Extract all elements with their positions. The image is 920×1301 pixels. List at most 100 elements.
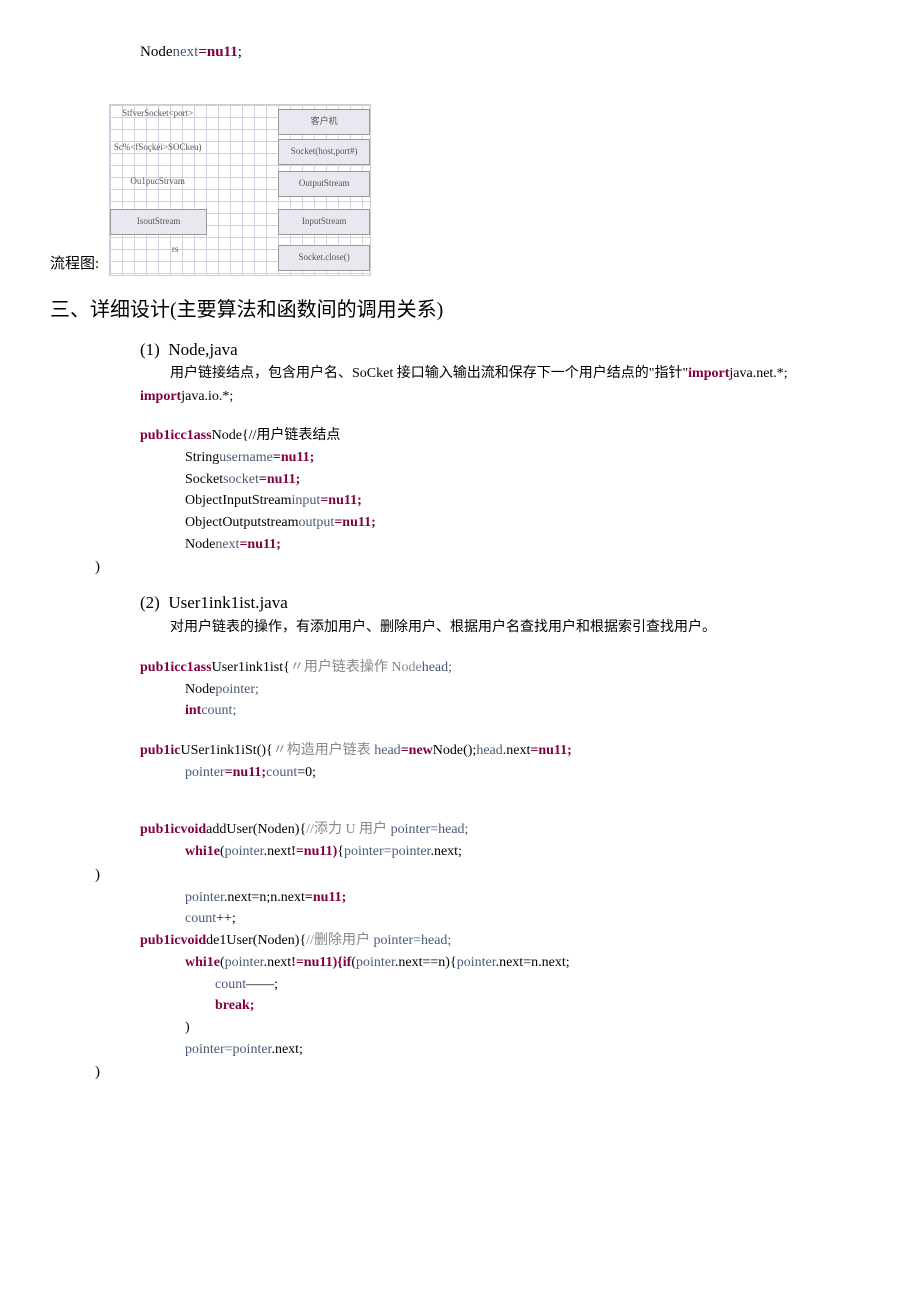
txt: .next; xyxy=(430,844,462,859)
flowchart-label: 流程图: xyxy=(50,252,99,276)
txt: .next xyxy=(496,955,524,970)
txt: { xyxy=(337,844,344,859)
sec1-close: ) xyxy=(95,555,870,579)
field: pointer xyxy=(344,844,384,859)
diagram-rs: rs xyxy=(165,245,185,255)
field: =pointer xyxy=(384,844,431,859)
kw: pub1ic xyxy=(140,743,180,758)
diagram-inputstream-right: InputStream xyxy=(278,209,370,235)
txt: USer1ink1iSt(){ xyxy=(180,743,272,758)
field: count xyxy=(215,977,246,992)
field: socket xyxy=(223,472,259,487)
val: =nu11; xyxy=(239,537,280,552)
txt: .next xyxy=(224,890,252,905)
diagram-socket-close: Socket.close() xyxy=(278,245,370,271)
comment: //删除用户 xyxy=(306,933,373,948)
comment: 〃构造用户链表 xyxy=(273,743,375,758)
kw: pub1icc1ass xyxy=(140,428,212,443)
comment: 〃用户链表操作 Node xyxy=(290,660,422,675)
field: count xyxy=(185,911,216,926)
val: !=nu11){if xyxy=(291,955,351,970)
sec2-code: pub1icc1assUser1ink1ist{〃用户链表操作 Nodehead… xyxy=(140,657,870,863)
sec1-num: (1) xyxy=(140,340,160,359)
field: pointer xyxy=(185,765,225,780)
txt: =n;n.next xyxy=(252,890,305,905)
field: =head; xyxy=(430,822,468,837)
import-pkg: java.net.*; xyxy=(729,366,787,381)
sec2-title: User1ink1ist.java xyxy=(168,593,287,612)
diagram-client: 客户机 xyxy=(278,109,370,135)
sec1-text: 用户链接结点，包含用户名、SoCket 接口输入输出流和保存下一个用户结点的"指… xyxy=(170,366,688,381)
txt: Node(); xyxy=(433,743,477,758)
txt: .next xyxy=(395,955,423,970)
field: pointer xyxy=(185,890,224,905)
txt: Node xyxy=(185,682,215,697)
field: pointer xyxy=(225,844,264,859)
txt: =n.next; xyxy=(523,955,569,970)
close: ) xyxy=(140,1017,870,1039)
field: head; xyxy=(422,660,452,675)
kw: int xyxy=(185,703,201,718)
txt: .next; xyxy=(271,1042,303,1057)
comment: //添力 U 用户 xyxy=(306,822,390,837)
val: =nu11; xyxy=(334,515,375,530)
diagram-inputstream-left: IsoutStream xyxy=(110,209,207,235)
flowchart-diagram: StfverSocket<port> Sc%<fSoçkei>SOCkeu) O… xyxy=(109,104,371,276)
main-heading: 三、详细设计(主要算法和函数间的调用关系) xyxy=(50,294,870,326)
close-paren: ) xyxy=(95,863,870,887)
sec1-title: Node,java xyxy=(168,340,237,359)
val: !=nu11) xyxy=(291,844,337,859)
val: =nu11; xyxy=(273,450,314,465)
txt: de1User(Noden){ xyxy=(206,933,306,948)
top-code-line: Nodenext=nu11; xyxy=(140,40,870,64)
txt: .next xyxy=(264,844,292,859)
diagram-outputstream-right: OutputStream xyxy=(278,171,370,197)
val: =nu11; xyxy=(320,493,361,508)
field: pointer xyxy=(373,933,413,948)
field: head xyxy=(476,743,502,758)
sec2-num: (2) xyxy=(140,593,160,612)
field: username xyxy=(219,450,273,465)
kw: pub1icvoid xyxy=(140,822,206,837)
sec1-paragraph: 用户链接结点，包含用户名、SoCket 接口输入输出流和保存下一个用户结点的"指… xyxy=(170,363,870,385)
txt: ——; xyxy=(246,977,278,992)
val: =nu11; xyxy=(305,890,346,905)
sec1-code: importjava.io.*; pub1icc1assNode{//用户链表结… xyxy=(140,386,870,556)
field: pointer; xyxy=(215,682,259,697)
field: =pointer xyxy=(225,1042,272,1057)
val: =nu11; xyxy=(530,743,571,758)
field: pointer xyxy=(457,955,496,970)
field: output xyxy=(299,515,335,530)
txt: ObjectInputStream xyxy=(185,493,292,508)
txt: ==n){ xyxy=(423,955,457,970)
field: count; xyxy=(201,703,236,718)
kw: break; xyxy=(215,998,254,1013)
diagram-socket-host: Socket(host,port#) xyxy=(278,139,370,165)
section-1-heading: (1) Node,java xyxy=(140,336,870,363)
txt: java.io.*; xyxy=(181,389,233,404)
kw: whi1e xyxy=(185,955,220,970)
txt: Node{//用户链表结点 xyxy=(212,428,341,443)
kw: pub1icc1ass xyxy=(140,660,212,675)
code-text: Nodenext=nu11; xyxy=(140,44,242,60)
txt: User1ink1ist{ xyxy=(212,660,290,675)
txt: .next xyxy=(503,743,531,758)
kw: import xyxy=(140,389,181,404)
txt: =0; xyxy=(297,765,316,780)
flowchart-row: 流程图: StfverSocket<port> Sc%<fSoçkei>SOCk… xyxy=(50,104,870,276)
val: =nu11; xyxy=(225,765,266,780)
diagram-socket-accept: Sc%<fSoçkei>SOCkeu) xyxy=(110,143,205,153)
field: pointer xyxy=(185,1042,225,1057)
final-close: ) xyxy=(95,1060,870,1084)
txt: Node xyxy=(185,537,215,552)
kw: pub1icvoid xyxy=(140,933,206,948)
kw: whi1e xyxy=(185,844,220,859)
diagram-serversocket: StfverSocket<port> xyxy=(110,109,205,119)
field: pointer xyxy=(356,955,395,970)
field: head xyxy=(374,743,400,758)
sec2-paragraph: 对用户链表的操作，有添加用户、删除用户、根据用户名查找用户和根据索引查找用户。 xyxy=(170,617,870,639)
field: next xyxy=(215,537,239,552)
txt: Socket xyxy=(185,472,223,487)
field: pointer xyxy=(225,955,264,970)
field: pointer xyxy=(391,822,431,837)
